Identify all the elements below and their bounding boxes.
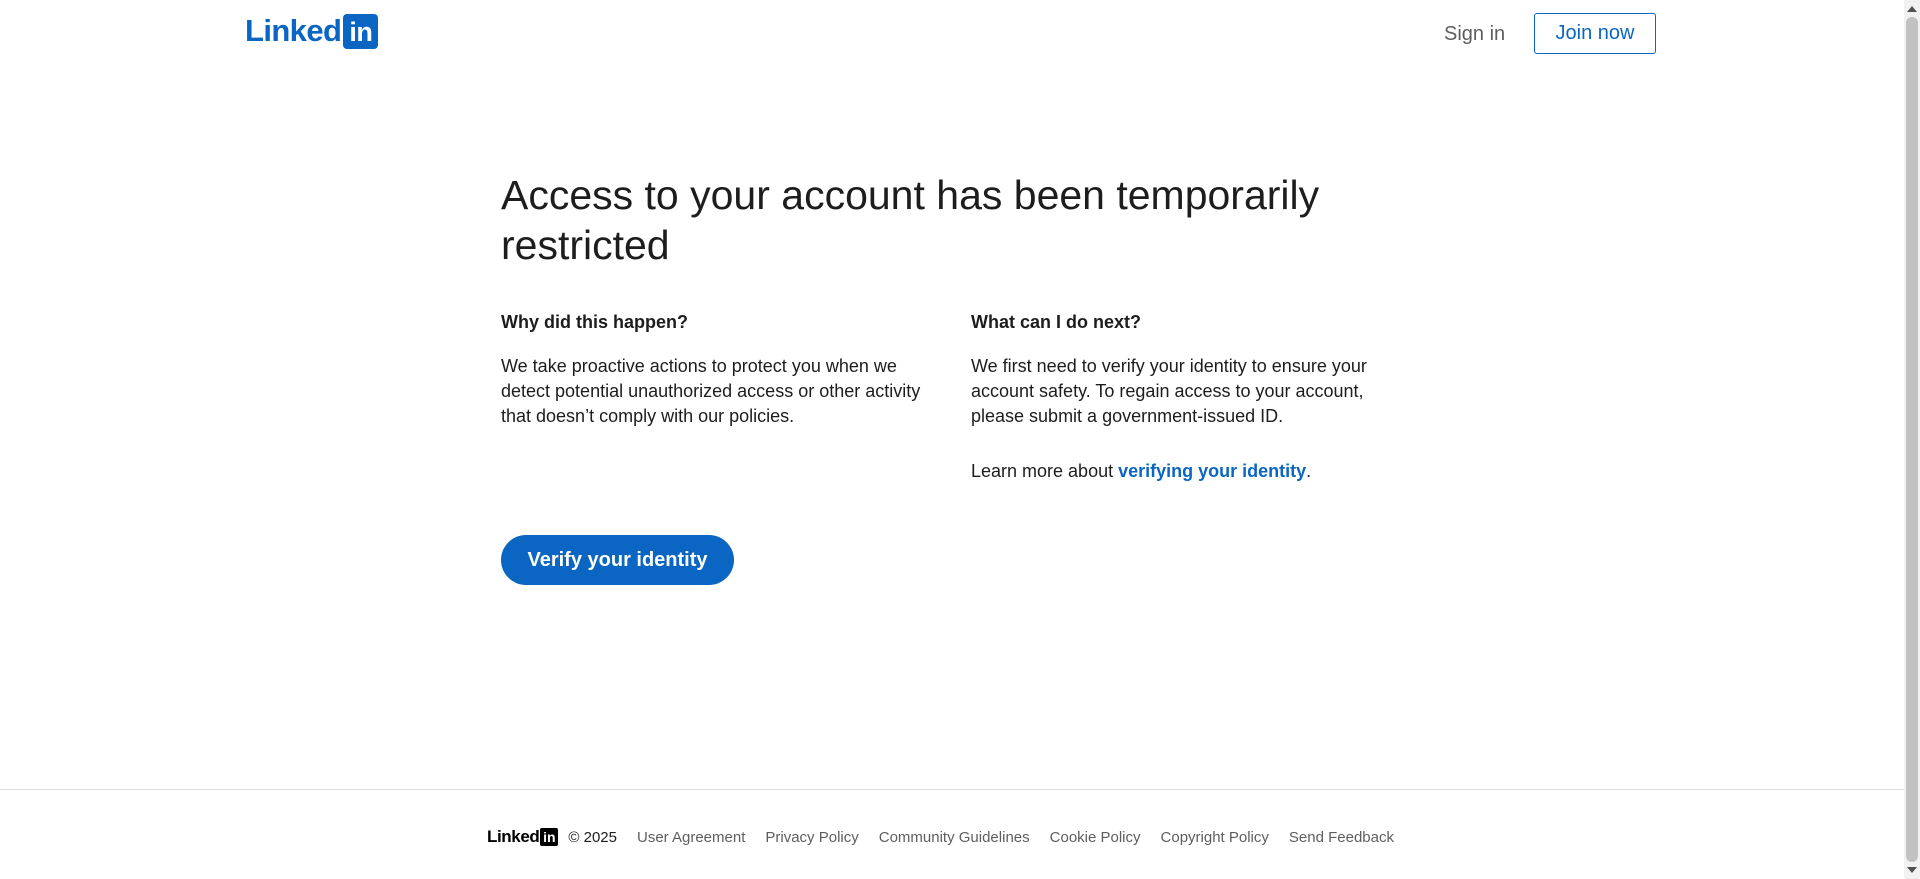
join-now-button[interactable]: Join now [1534, 13, 1656, 54]
logo-wordmark: Linked [245, 13, 342, 48]
footer-link-cookie-policy[interactable]: Cookie Policy [1050, 829, 1141, 846]
sign-in-link[interactable]: Sign in [1432, 14, 1517, 54]
footer: Linked in © 2025 User Agreement Privacy … [487, 826, 1414, 848]
footer-link-user-agreement[interactable]: User Agreement [637, 829, 745, 846]
page-title: Access to your account has been temporar… [501, 172, 1320, 268]
footer-logo-badge: in [540, 828, 559, 846]
next-body: We first need to verify your identity to… [971, 356, 1367, 426]
linkedin-logo[interactable]: Linked in [245, 13, 379, 49]
vertical-scrollbar[interactable] [1904, 0, 1920, 879]
next-heading: What can I do next? [971, 312, 1142, 332]
why-section: Why did this happen? We take proactive a… [501, 310, 931, 429]
footer-divider [0, 789, 1904, 790]
why-body: We take proactive actions to protect you… [501, 356, 921, 426]
footer-link-privacy-policy[interactable]: Privacy Policy [765, 829, 858, 846]
scroll-up-arrow-icon[interactable] [1907, 6, 1917, 12]
footer-linkedin-logo[interactable]: Linked in [487, 827, 559, 847]
footer-link-send-feedback[interactable]: Send Feedback [1289, 829, 1394, 846]
next-section: What can I do next? We first need to ver… [971, 310, 1401, 484]
scrollbar-thumb[interactable] [1906, 17, 1918, 862]
logo-badge: in [343, 13, 379, 49]
footer-logo-wordmark: Linked [487, 827, 540, 846]
verifying-identity-link[interactable]: verifying your identity [1118, 461, 1306, 481]
why-heading: Why did this happen? [501, 312, 688, 332]
verify-identity-button[interactable]: Verify your identity [501, 535, 734, 585]
scroll-down-arrow-icon[interactable] [1907, 867, 1917, 873]
learn-more-prefix: Learn more about [971, 461, 1119, 481]
header: Linked in Sign in Join now [0, 0, 1904, 66]
main-content: Access to your account has been temporar… [501, 170, 1421, 481]
footer-link-community-guidelines[interactable]: Community Guidelines [879, 829, 1030, 846]
footer-link-copyright-policy[interactable]: Copyright Policy [1161, 829, 1269, 846]
copyright: © 2025 [568, 828, 617, 846]
learn-more-text: Learn more about verifying your identity… [971, 459, 1401, 484]
learn-more-suffix: . [1306, 461, 1312, 481]
